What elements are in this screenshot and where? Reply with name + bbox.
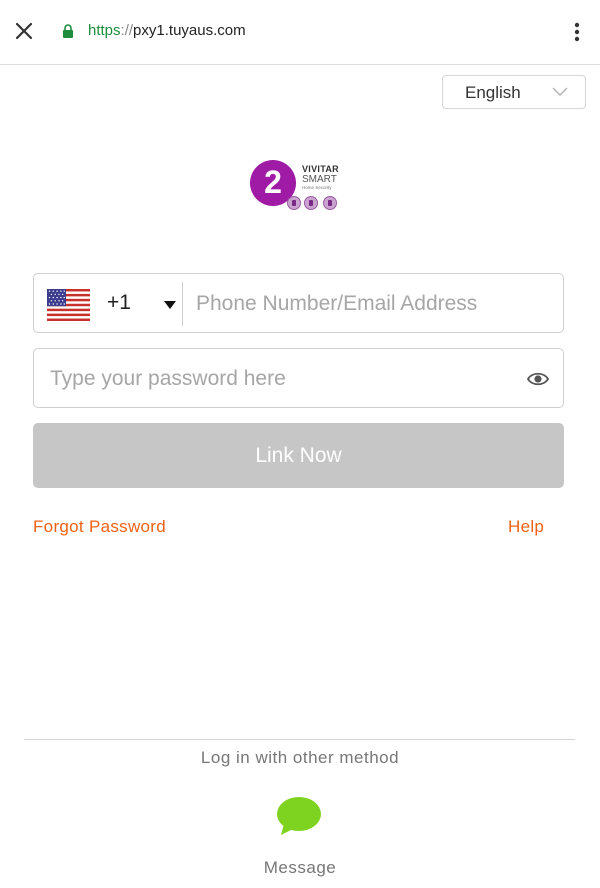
logo-sensor-icon xyxy=(304,196,318,210)
eye-icon[interactable] xyxy=(527,371,549,387)
logo-number: 2 xyxy=(264,164,282,200)
caret-down-icon[interactable] xyxy=(164,301,176,309)
section-divider xyxy=(24,739,575,740)
chat-bubble-icon[interactable] xyxy=(275,795,323,837)
phone-email-input[interactable] xyxy=(194,282,554,326)
help-link[interactable]: Help xyxy=(508,517,544,537)
language-select[interactable]: English xyxy=(442,75,586,109)
lock-icon xyxy=(63,24,73,38)
country-code[interactable]: +1 xyxy=(107,291,131,315)
kebab-menu-icon[interactable] xyxy=(566,20,588,44)
language-select-value: English xyxy=(465,83,521,102)
brand-logo: 2 VIVITAR SMART Home Security xyxy=(248,158,348,214)
chevron-down-icon xyxy=(552,87,568,96)
close-icon[interactable] xyxy=(13,20,35,42)
password-field-group xyxy=(33,348,564,408)
logo-brand-line1: VIVITAR xyxy=(302,164,339,174)
logo-camera-icon xyxy=(287,196,301,210)
phone-email-field-group: +1 xyxy=(33,273,564,333)
url-host: pxy1.tuyaus.com xyxy=(133,22,246,39)
message-login-label[interactable]: Message xyxy=(0,858,600,878)
us-flag-icon xyxy=(47,289,90,321)
password-input[interactable] xyxy=(48,357,508,401)
field-divider xyxy=(182,282,183,326)
url-text[interactable]: https://pxy1.tuyaus.com xyxy=(88,22,246,39)
url-separator: :// xyxy=(120,22,134,39)
browser-url-bar: https://pxy1.tuyaus.com xyxy=(0,0,600,65)
url-scheme: https xyxy=(88,22,121,39)
link-now-button[interactable]: Link Now xyxy=(33,423,564,488)
other-method-heading: Log in with other method xyxy=(200,748,400,767)
forgot-password-link[interactable]: Forgot Password xyxy=(33,517,166,537)
logo-brand-line3: Home Security xyxy=(302,185,332,190)
logo-lock-icon xyxy=(323,196,337,210)
logo-brand-line2: SMART xyxy=(302,174,337,185)
